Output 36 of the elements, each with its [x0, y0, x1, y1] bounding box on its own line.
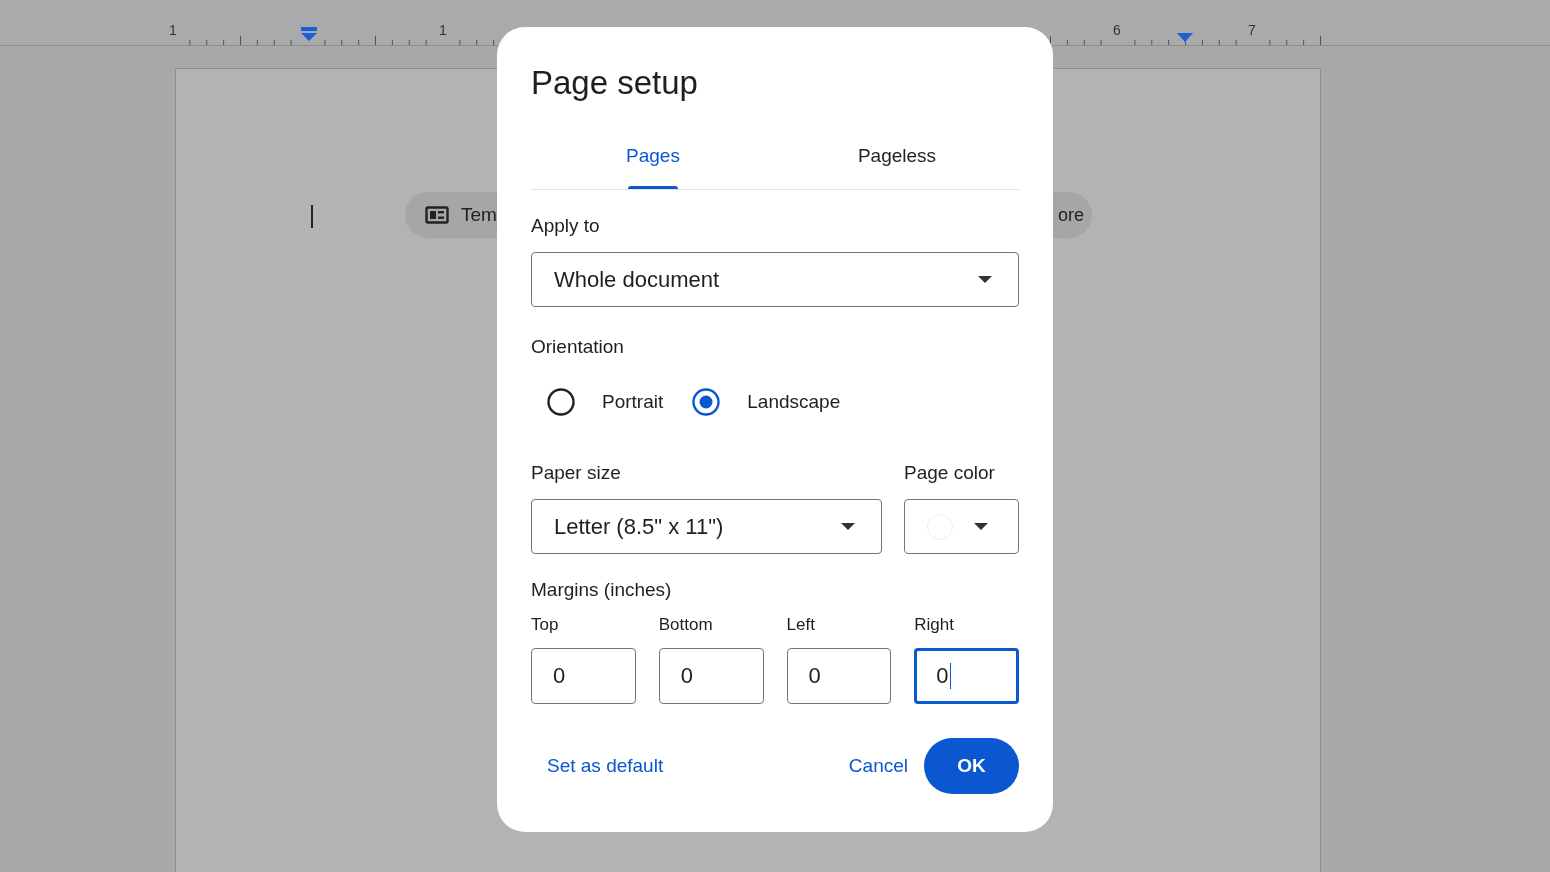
radio-label[interactable]: Landscape: [747, 391, 841, 413]
tab[interactable]: Pageless: [775, 139, 1019, 189]
margin-input[interactable]: 0: [914, 648, 1019, 704]
apply-to-dropdown[interactable]: Whole document: [531, 252, 1019, 307]
radio-button[interactable]: [691, 387, 722, 417]
paper-size-dropdown[interactable]: Letter (8.5" x 11"): [531, 499, 882, 554]
dropdown-arrow-icon: [974, 523, 988, 530]
indent-marker-icon: [300, 27, 318, 41]
radio-button[interactable]: [546, 387, 576, 417]
set-default-button[interactable]: Set as default: [531, 745, 680, 787]
ruler-number: 1: [169, 22, 177, 38]
page-color-dropdown[interactable]: [904, 499, 1019, 554]
text-cursor: [311, 205, 313, 228]
cancel-button[interactable]: Cancel: [832, 745, 924, 787]
section-label: Margins (inches): [531, 578, 673, 602]
margin-input[interactable]: 0: [786, 648, 892, 704]
radio-label[interactable]: Portrait: [602, 391, 664, 413]
field-label: Right: [914, 614, 955, 636]
dropdown-arrow-icon: [841, 523, 855, 530]
field-label: Page color: [904, 461, 996, 485]
field-label: Left: [786, 614, 816, 636]
margin-input[interactable]: 0: [531, 648, 636, 704]
margin-input[interactable]: 0: [658, 648, 764, 704]
ruler-number: 7: [1248, 22, 1256, 38]
tab[interactable]: Pages: [531, 139, 775, 189]
ruler-number: 6: [1113, 22, 1121, 38]
dropdown-arrow-icon: [978, 276, 992, 283]
dialog-title: Page setup: [531, 63, 699, 103]
ruler-number: 1: [439, 22, 447, 38]
field-label: Orientation: [531, 335, 625, 359]
field-label: Top: [531, 614, 560, 636]
field-label: Paper size: [531, 461, 622, 485]
field-label: Bottom: [658, 614, 714, 636]
template-icon: [425, 206, 449, 224]
ok-button[interactable]: OK: [924, 738, 1019, 794]
indent-marker-icon: [1176, 33, 1194, 43]
